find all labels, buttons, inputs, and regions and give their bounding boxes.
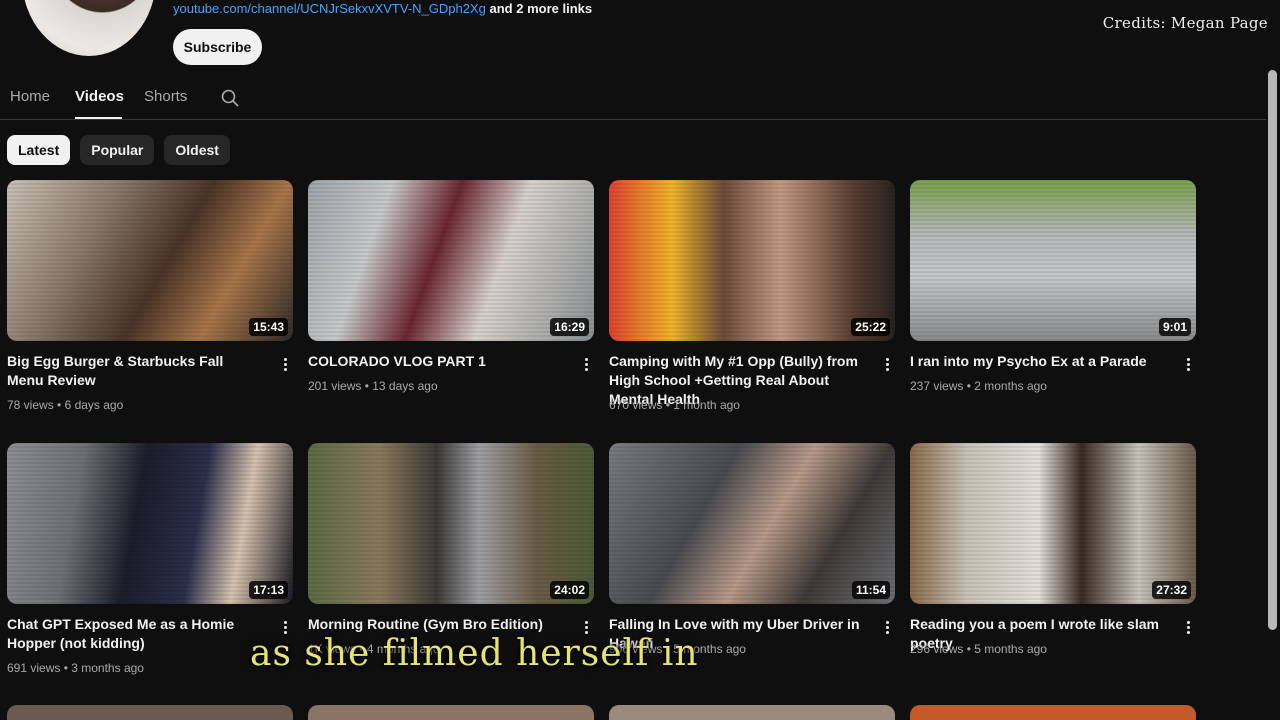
video-title[interactable]: I ran into my Psycho Ex at a Parade [910,352,1162,371]
video-card[interactable]: 17:13 Chat GPT Exposed Me as a Homie Hop… [7,443,293,675]
video-title[interactable]: Chat GPT Exposed Me as a Homie Hopper (n… [7,615,259,653]
video-title[interactable]: COLORADO VLOG PART 1 [308,352,560,371]
more-options-icon[interactable] [580,356,592,376]
duration-badge: 24:02 [550,581,589,599]
duration-badge: 16:29 [550,318,589,336]
video-thumbnail[interactable]: 15:43 [7,180,293,341]
video-meta: 201 views • 13 days ago [308,379,438,393]
duration-badge: 27:32 [1152,581,1191,599]
video-meta: 296 views • 5 months ago [910,642,1047,656]
thumbnail-overlay [7,180,293,341]
video-card[interactable]: 25:22 Camping with My #1 Opp (Bully) fro… [609,180,895,412]
upload-age: 5 months ago [974,642,1047,656]
view-count: 237 views [910,379,964,393]
channel-url-link[interactable]: youtube.com/channel/UCNJrSekxvXVTV-N_GDp… [173,1,486,16]
video-thumbnail[interactable]: 9:01 [910,180,1196,341]
video-card[interactable]: 16:29 COLORADO VLOG PART 1 201 views • 1… [308,180,594,393]
thumbnail-overlay [7,443,293,604]
video-meta: 691 views • 3 months ago [7,661,144,675]
video-card[interactable]: 24:02 Morning Routine (Gym Bro Edition) … [308,443,594,656]
channel-tabs: Home Videos Shorts [0,78,1266,120]
duration-badge: 9:01 [1158,318,1191,336]
thumbnail-overlay [609,443,895,604]
video-thumbnail[interactable]: 25:22 [609,180,895,341]
tab-videos[interactable]: Videos [75,88,124,105]
video-meta: 237 views • 2 months ago [910,379,1047,393]
view-count: 670 views [609,398,663,412]
active-tab-indicator [75,117,122,119]
search-icon[interactable] [220,88,240,108]
video-thumbnail-partial[interactable] [609,705,895,720]
more-links[interactable]: and 2 more links [490,1,593,16]
scrollbar-thumb[interactable] [1268,70,1277,630]
view-count: 296 views [910,642,964,656]
video-meta: 78 views • 6 days ago [7,398,124,412]
upload-age: 3 months ago [71,661,144,675]
thumbnail-overlay [609,180,895,341]
duration-badge: 15:43 [249,318,288,336]
upload-age: 2 months ago [974,379,1047,393]
video-title[interactable]: Morning Routine (Gym Bro Edition) [308,615,560,634]
subtitle-caption: as she filmed herself in [250,633,699,674]
chip-popular[interactable]: Popular [80,135,155,165]
channel-links[interactable]: youtube.com/channel/UCNJrSekxvXVTV-N_GDp… [173,1,592,16]
video-card[interactable]: 15:43 Big Egg Burger & Starbucks Fall Me… [7,180,293,412]
duration-badge: 17:13 [249,581,288,599]
thumbnail-overlay [910,443,1196,604]
channel-avatar[interactable] [22,0,156,56]
more-options-icon[interactable] [1182,356,1194,376]
view-count: 78 views [7,398,54,412]
thumbnail-overlay [308,443,594,604]
page-scrollbar[interactable] [1268,70,1277,720]
more-options-icon[interactable] [1182,619,1194,639]
video-card[interactable]: 9:01 I ran into my Psycho Ex at a Parade… [910,180,1196,393]
view-count: 201 views [308,379,362,393]
channel-header: youtube.com/channel/UCNJrSekxvXVTV-N_GDp… [0,0,1280,70]
tab-home[interactable]: Home [10,88,50,105]
video-title[interactable]: Big Egg Burger & Starbucks Fall Menu Rev… [7,352,259,390]
thumbnail-overlay [910,180,1196,341]
credits-overlay: Credits: Megan Page [1102,14,1268,32]
upload-age: 6 days ago [64,398,124,412]
upload-age: 1 month ago [673,398,740,412]
upload-age: 13 days ago [372,379,438,393]
subscribe-button[interactable]: Subscribe [173,29,262,65]
more-options-icon[interactable] [279,356,291,376]
video-card[interactable]: 11:54 Falling In Love with my Uber Drive… [609,443,895,656]
duration-badge: 25:22 [851,318,890,336]
video-card[interactable]: 27:32 Reading you a poem I wrote like sl… [910,443,1196,656]
chip-oldest[interactable]: Oldest [164,135,230,165]
video-meta: 670 views • 1 month ago [609,398,740,412]
video-thumbnail[interactable]: 16:29 [308,180,594,341]
video-thumbnail[interactable]: 11:54 [609,443,895,604]
more-options-icon[interactable] [881,619,893,639]
view-count: 691 views [7,661,61,675]
video-thumbnail[interactable]: 27:32 [910,443,1196,604]
video-thumbnail[interactable]: 17:13 [7,443,293,604]
video-thumbnail-partial[interactable] [910,705,1196,720]
video-thumbnail-partial[interactable] [7,705,293,720]
more-options-icon[interactable] [881,356,893,376]
video-thumbnail[interactable]: 24:02 [308,443,594,604]
duration-badge: 11:54 [851,581,890,599]
tab-shorts[interactable]: Shorts [144,88,187,105]
thumbnail-overlay [308,180,594,341]
video-thumbnail-partial[interactable] [308,705,594,720]
chip-latest[interactable]: Latest [7,135,71,165]
sort-chips: Latest Popular Oldest [7,135,230,165]
